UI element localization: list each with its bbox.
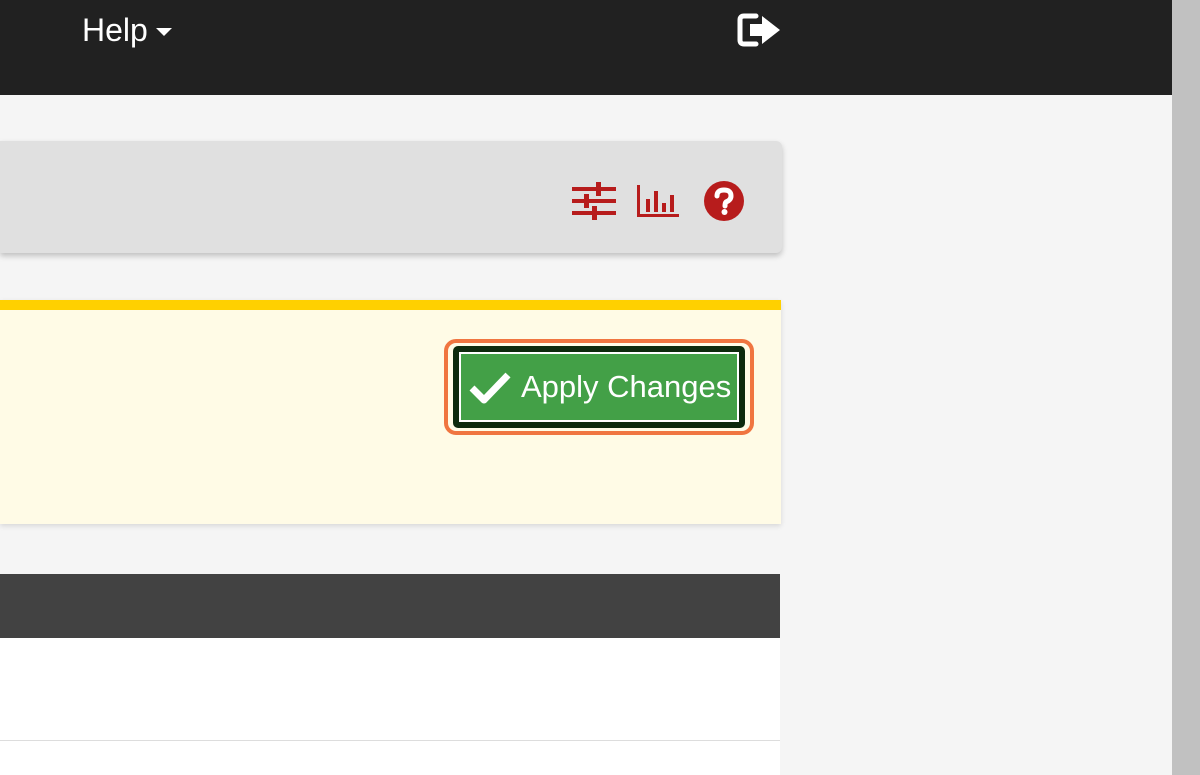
check-icon bbox=[469, 372, 511, 404]
table-header bbox=[0, 574, 780, 638]
table-row bbox=[0, 638, 780, 741]
top-navbar: Help bbox=[0, 0, 1172, 95]
bar-chart-icon[interactable] bbox=[637, 181, 679, 221]
page-scrollbar[interactable] bbox=[1172, 0, 1200, 775]
help-menu[interactable]: Help bbox=[82, 10, 172, 50]
help-menu-label: Help bbox=[82, 11, 148, 48]
panel-header bbox=[0, 141, 782, 253]
question-circle-icon[interactable] bbox=[704, 181, 744, 221]
sliders-icon[interactable] bbox=[572, 181, 616, 221]
apply-changes-button[interactable]: Apply Changes bbox=[453, 346, 745, 428]
table-row bbox=[0, 741, 780, 775]
scrollbar-thumb[interactable] bbox=[1172, 0, 1200, 775]
apply-changes-label: Apply Changes bbox=[521, 369, 732, 404]
sign-out-icon[interactable] bbox=[736, 10, 782, 50]
caret-down-icon bbox=[155, 28, 172, 36]
